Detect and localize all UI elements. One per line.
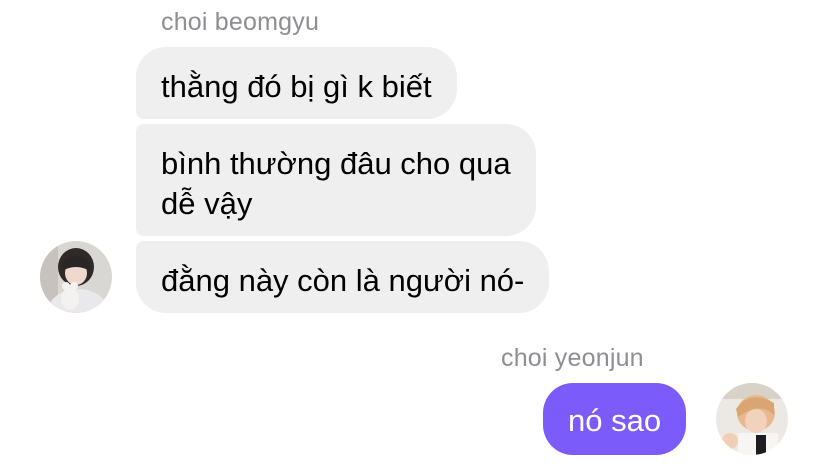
- sender-name-yeonjun: choi yeonjun: [501, 344, 644, 372]
- incoming-message-bubble[interactable]: bình thường đâu cho qua dễ vậy: [136, 124, 536, 236]
- sender-avatar-yeonjun[interactable]: [716, 383, 788, 455]
- incoming-message-bubble[interactable]: đằng này còn là người nó-: [136, 241, 550, 313]
- chat-thread: choi beomgyu thằng đó bị gì k biết bình …: [0, 0, 828, 468]
- sender-name-beomgyu: choi beomgyu: [161, 8, 320, 36]
- outgoing-message-bubble[interactable]: nó sao: [543, 383, 687, 455]
- incoming-message-bubble[interactable]: thằng đó bị gì k biết: [136, 47, 457, 119]
- avatar-photo-icon: [40, 241, 112, 313]
- avatar-photo-icon: [716, 383, 788, 455]
- sender-avatar-beomgyu[interactable]: [40, 241, 112, 313]
